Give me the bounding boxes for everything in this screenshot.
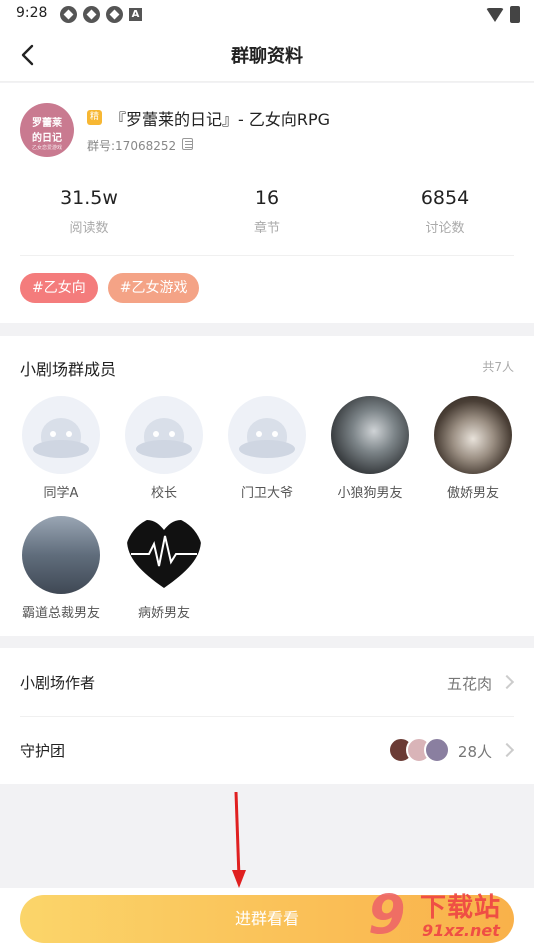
author-value: 五花肉 [446, 675, 492, 693]
group-avatar[interactable]: 罗蕾莱 的日记 乙女恋爱游戏 [20, 103, 74, 157]
status-system-icons [486, 6, 520, 23]
watermark-mark: 9 [368, 883, 406, 946]
member-name: 傲娇男友 [446, 486, 499, 501]
member-name: 校长 [150, 486, 177, 501]
stat-discussions: 6854 讨论数 [356, 187, 534, 236]
watermark-url: 91xz.net [422, 921, 500, 940]
member-name: 门卫大爷 [240, 486, 293, 501]
page-title: 群聊资料 [231, 46, 303, 67]
member-item[interactable]: 傲娇男友 [423, 396, 523, 501]
cat-avatar [434, 396, 512, 474]
group-info-card: 罗蕾莱 的日记 乙女恋爱游戏 精 『罗蕾莱的日记』- 乙女向RPG 群号:170… [0, 83, 534, 323]
chevron-right-icon [499, 674, 515, 690]
nav-bar: 群聊资料 [0, 28, 534, 82]
status-time: 9:28 [16, 5, 48, 21]
member-name: 小狼狗男友 [337, 486, 403, 501]
watermark-name: 下载站 [420, 893, 502, 923]
app-icon [60, 6, 77, 23]
default-avatar-icon [125, 396, 203, 474]
stat-label: 讨论数 [425, 221, 465, 236]
group-id: 群号:17068252 [87, 139, 177, 153]
suit-avatar [22, 516, 100, 594]
group-avatar-text-3: 乙女恋爱游戏 [31, 145, 62, 151]
member-name: 霸道总裁男友 [21, 606, 100, 621]
author-row[interactable]: 小剧场作者 五花肉 [0, 648, 534, 717]
group-name: 『罗蕾莱的日记』- 乙女向RPG [110, 110, 331, 129]
author-label: 小剧场作者 [20, 674, 96, 692]
chevron-right-icon [499, 742, 515, 758]
member-item[interactable]: 霸道总裁男友 [11, 516, 111, 621]
member-name: 同学A [43, 486, 79, 501]
divider [20, 255, 514, 256]
group-stats: 31.5w 阅读数 16 章节 6854 讨论数 [0, 187, 534, 236]
stat-reads: 31.5w 阅读数 [0, 187, 178, 236]
member-item[interactable]: 门卫大爷 [217, 396, 317, 501]
stat-chapters: 16 章节 [178, 187, 356, 236]
battery-icon [510, 6, 520, 23]
featured-badge: 精 [87, 110, 102, 125]
wifi-icon [486, 7, 504, 22]
member-item[interactable]: 病娇男友 [114, 516, 214, 621]
app-icon [83, 6, 100, 23]
copy-icon[interactable] [182, 138, 193, 150]
default-avatar-icon [228, 396, 306, 474]
wolf-avatar [331, 396, 409, 474]
group-avatar-text-1: 罗蕾莱 [32, 118, 62, 129]
member-item[interactable]: 小狼狗男友 [320, 396, 420, 501]
status-bar: 9:28 A [0, 0, 534, 28]
member-name: 病娇男友 [137, 606, 190, 621]
watermark-logo: 9 下载站 91xz.net [368, 885, 528, 947]
default-avatar-icon [22, 396, 100, 474]
stat-value: 6854 [420, 187, 470, 209]
stat-label: 章节 [253, 221, 280, 236]
member-item[interactable]: 校长 [114, 396, 214, 501]
group-avatar-text-2: 的日记 [32, 133, 62, 144]
stat-value: 31.5w [60, 187, 118, 209]
avatar [424, 737, 450, 763]
annotation-arrow-icon [232, 791, 246, 888]
member-item[interactable]: 同学A [11, 396, 111, 501]
heartbeat-avatar [125, 516, 203, 594]
stat-label: 阅读数 [69, 221, 109, 236]
heart-icon [127, 520, 201, 588]
guard-avatar-stack [388, 737, 450, 763]
members-title: 小剧场群成员 [20, 360, 117, 379]
tag-chip[interactable]: #乙女游戏 [107, 273, 200, 303]
stat-value: 16 [254, 187, 280, 209]
members-card: 小剧场群成员 共7人 同学A 校长 门卫大爷 小狼狗男友 傲娇男友 霸道总裁男友… [0, 336, 534, 636]
guard-value: 28人 [457, 743, 492, 761]
info-card: 小剧场作者 五花肉 守护团 28人 [0, 648, 534, 784]
app-icon [106, 6, 123, 23]
status-notification-icons: A [60, 6, 142, 23]
a-icon: A [129, 8, 142, 21]
members-count: 共7人 [482, 360, 514, 374]
tag-chip[interactable]: #乙女向 [20, 273, 98, 303]
tag-list: #乙女向 #乙女游戏 [20, 273, 200, 303]
guard-label: 守护团 [20, 742, 66, 760]
guard-row[interactable]: 守护团 28人 [0, 716, 534, 784]
